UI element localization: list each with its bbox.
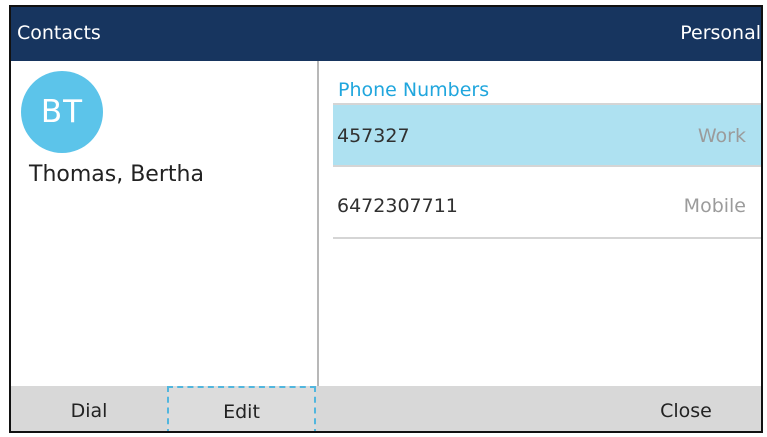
avatar: BT <box>21 71 103 153</box>
softkey-bar: Dial Edit Close <box>11 386 761 431</box>
avatar-initials: BT <box>40 94 84 130</box>
contact-summary-pane: BT Thomas, Bertha <box>11 61 319 386</box>
dial-button[interactable]: Dial <box>11 386 167 431</box>
edit-button[interactable]: Edit <box>167 386 316 431</box>
phone-number-row-mobile[interactable]: 6472307711 Mobile <box>333 175 761 239</box>
phone-number-value: 6472307711 <box>337 195 458 217</box>
phone-number-type: Work <box>697 125 746 147</box>
phone-numbers-heading: Phone Numbers <box>338 79 490 101</box>
screen-title: Contacts <box>17 22 101 44</box>
contact-name: Thomas, Bertha <box>29 162 204 187</box>
phone-number-value: 457327 <box>337 125 410 147</box>
phone-numbers-pane: Phone Numbers 457327 Work 6472307711 Mob… <box>319 61 761 386</box>
contact-category: Personal <box>680 22 761 44</box>
phone-number-row-work[interactable]: 457327 Work <box>333 103 761 167</box>
contact-details-screen: Contacts Personal BT Thomas, Bertha Phon… <box>9 5 763 433</box>
phone-number-type: Mobile <box>683 195 746 217</box>
title-bar: Contacts Personal <box>11 7 761 61</box>
close-button[interactable]: Close <box>611 386 761 431</box>
